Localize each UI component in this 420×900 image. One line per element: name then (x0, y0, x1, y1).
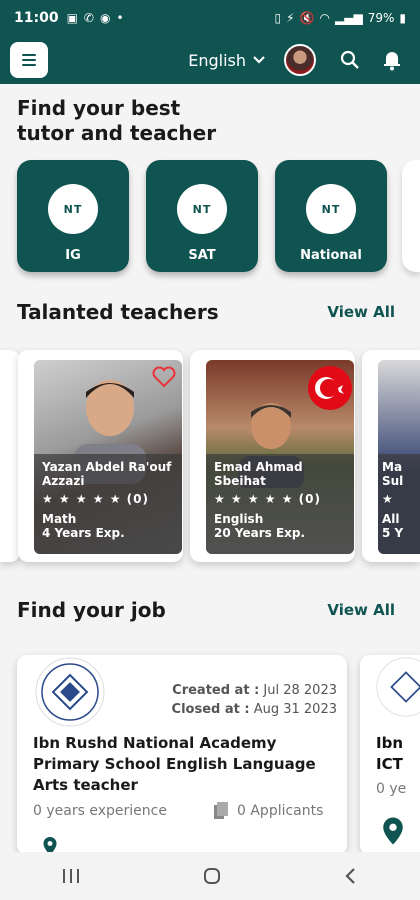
teachers-section-title: Talanted teachers (17, 300, 219, 324)
recent-apps-icon[interactable] (62, 868, 80, 884)
page-title: Find your best tutor and teacher (17, 96, 217, 145)
teacher-info: Yazan Abdel Ra'ouf Azzazi ★ ★ ★ ★ ★ (0) … (34, 454, 182, 554)
teacher-rating: ★ ★ ★ ★ ★ (0) (214, 492, 321, 506)
lock-icon: ▯ (274, 11, 282, 25)
jobs-view-all-link[interactable]: View All (327, 601, 395, 619)
teachers-view-all-link[interactable]: View All (327, 303, 395, 321)
closed-value: Aug 31 2023 (253, 702, 337, 717)
signal-icon: ▂▄▆ (335, 11, 363, 25)
job-title: Ibn ICT (376, 734, 403, 773)
job-experience: 0 years experience (33, 803, 167, 819)
teacher-card-partial-left[interactable] (0, 350, 20, 562)
category-label: SAT (188, 248, 216, 263)
menu-button[interactable] (10, 42, 48, 78)
jobs-section-title: Find your job (17, 598, 166, 622)
job-dates: Created at : Jul 28 2023 Closed at : Aug… (172, 681, 337, 719)
created-label: Created at : (172, 683, 260, 698)
job-card-partial[interactable]: Ibn ICT 0 ye (360, 655, 420, 855)
teacher-name-2: Sbeihat (214, 474, 266, 488)
category-logo: NT (48, 184, 98, 234)
back-icon[interactable] (344, 867, 358, 885)
document-icon (214, 802, 228, 819)
category-card-sat[interactable]: NT SAT (146, 160, 258, 272)
teacher-name: Emad Ahmad (214, 460, 303, 474)
notifications-button[interactable] (380, 48, 404, 72)
gallery-icon: ▣ (66, 11, 78, 25)
job-title: Ibn Rushd National Academy Primary Schoo… (33, 734, 316, 794)
teacher-photo: Ma Sul ★ All 5 Y (378, 360, 420, 554)
language-selector[interactable]: English (188, 51, 266, 70)
language-label: English (188, 50, 246, 70)
school-logo (35, 657, 105, 727)
closed-label: Closed at : (171, 702, 250, 717)
call-icon: ✆ (83, 11, 94, 25)
teacher-info: Emad Ahmad Sbeihat ★ ★ ★ ★ ★ (0) English… (206, 454, 354, 554)
search-icon (340, 50, 359, 69)
category-label: IG (65, 248, 81, 263)
school-logo (376, 657, 420, 717)
search-button[interactable] (338, 48, 362, 72)
status-bar: 11:00 ▣ ✆ ◉ • ▯ ⚡ 🔇 ◠ ▂▄▆ 79% ▮ (0, 0, 420, 36)
favorite-icon[interactable] (152, 366, 176, 388)
teacher-experience: 4 Years Exp. (42, 526, 125, 540)
chevron-down-icon (253, 56, 265, 64)
category-logo: NT (177, 184, 227, 234)
flag-icon (308, 366, 352, 410)
teacher-card[interactable]: Emad Ahmad Sbeihat ★ ★ ★ ★ ★ (0) English… (190, 350, 355, 562)
bell-icon (384, 52, 400, 71)
mute-icon: 🔇 (299, 11, 315, 25)
battery-text: 79% (367, 11, 395, 25)
wifi-icon: ◠ (319, 11, 331, 25)
created-value: Jul 28 2023 (263, 683, 337, 698)
avatar[interactable] (284, 44, 316, 76)
teacher-rating: ★ ★ ★ ★ ★ (0) (42, 492, 149, 506)
teacher-name: Yazan Abdel Ra'ouf (42, 460, 172, 474)
job-applicants: 0 Applicants (213, 802, 323, 820)
category-label: National (300, 248, 362, 263)
category-card-national[interactable]: NT National (275, 160, 387, 272)
nfc-icon: ⚡ (286, 11, 295, 25)
app-bar: English (0, 36, 420, 84)
menu-icon (22, 54, 36, 56)
teacher-subject: English (214, 512, 264, 526)
battery-icon: ▮ (399, 11, 406, 25)
teacher-info: Ma Sul ★ All 5 Y (378, 454, 420, 554)
home-icon[interactable] (203, 867, 221, 885)
teacher-card[interactable]: Yazan Abdel Ra'ouf Azzazi ★ ★ ★ ★ ★ (0) … (18, 350, 183, 562)
teacher-photo: Emad Ahmad Sbeihat ★ ★ ★ ★ ★ (0) English… (206, 360, 354, 554)
location-icon (383, 817, 403, 845)
teacher-photo: Yazan Abdel Ra'ouf Azzazi ★ ★ ★ ★ ★ (0) … (34, 360, 182, 554)
app-icon: ◉ (99, 11, 111, 25)
category-logo: NT (306, 184, 356, 234)
dot-icon: • (116, 11, 124, 25)
job-experience: 0 ye (376, 781, 407, 797)
teacher-subject: Math (42, 512, 77, 526)
teacher-name-2: Azzazi (42, 474, 85, 488)
teacher-card-partial[interactable]: Ma Sul ★ All 5 Y (362, 350, 420, 562)
teacher-experience: 20 Years Exp. (214, 526, 306, 540)
status-time: 11:00 (14, 10, 59, 26)
system-nav-bar (0, 852, 420, 900)
job-card[interactable]: Created at : Jul 28 2023 Closed at : Aug… (17, 655, 347, 855)
category-card-ig[interactable]: NT IG (17, 160, 129, 272)
category-card-partial[interactable] (402, 160, 420, 272)
